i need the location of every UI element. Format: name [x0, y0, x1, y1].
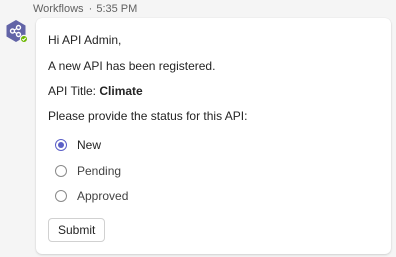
api-title-value: Climate [99, 84, 143, 98]
adaptive-card: Hi API Admin, A new API has been registe… [36, 18, 391, 254]
workflows-icon [6, 20, 28, 43]
status-option-new[interactable]: New [55, 136, 101, 154]
submit-button[interactable]: Submit [48, 218, 106, 242]
status-option-label: New [77, 138, 102, 152]
radio-button[interactable] [55, 165, 67, 177]
radio-button[interactable] [55, 190, 67, 202]
message-time: 5:35 PM [96, 3, 138, 15]
header-separator: · [88, 3, 93, 15]
greeting-text: Hi API Admin, [48, 33, 122, 47]
radio-button[interactable] [55, 139, 67, 151]
workflows-avatar[interactable] [4, 19, 28, 43]
status-option-label: Pending [77, 164, 122, 178]
api-title-line: API Title: Climate [48, 83, 143, 99]
status-prompt: Please provide the status for this API: [48, 109, 248, 123]
status-option-pending[interactable]: Pending [55, 162, 121, 180]
api-title-label: API Title: [48, 84, 97, 98]
status-option-label: Approved [77, 189, 129, 203]
message-header: Workflows · 5:35 PM [33, 3, 137, 15]
sender-name: Workflows [33, 3, 84, 15]
status-option-approved[interactable]: Approved [55, 187, 128, 205]
announcement-text: A new API has been registered. [48, 59, 216, 73]
